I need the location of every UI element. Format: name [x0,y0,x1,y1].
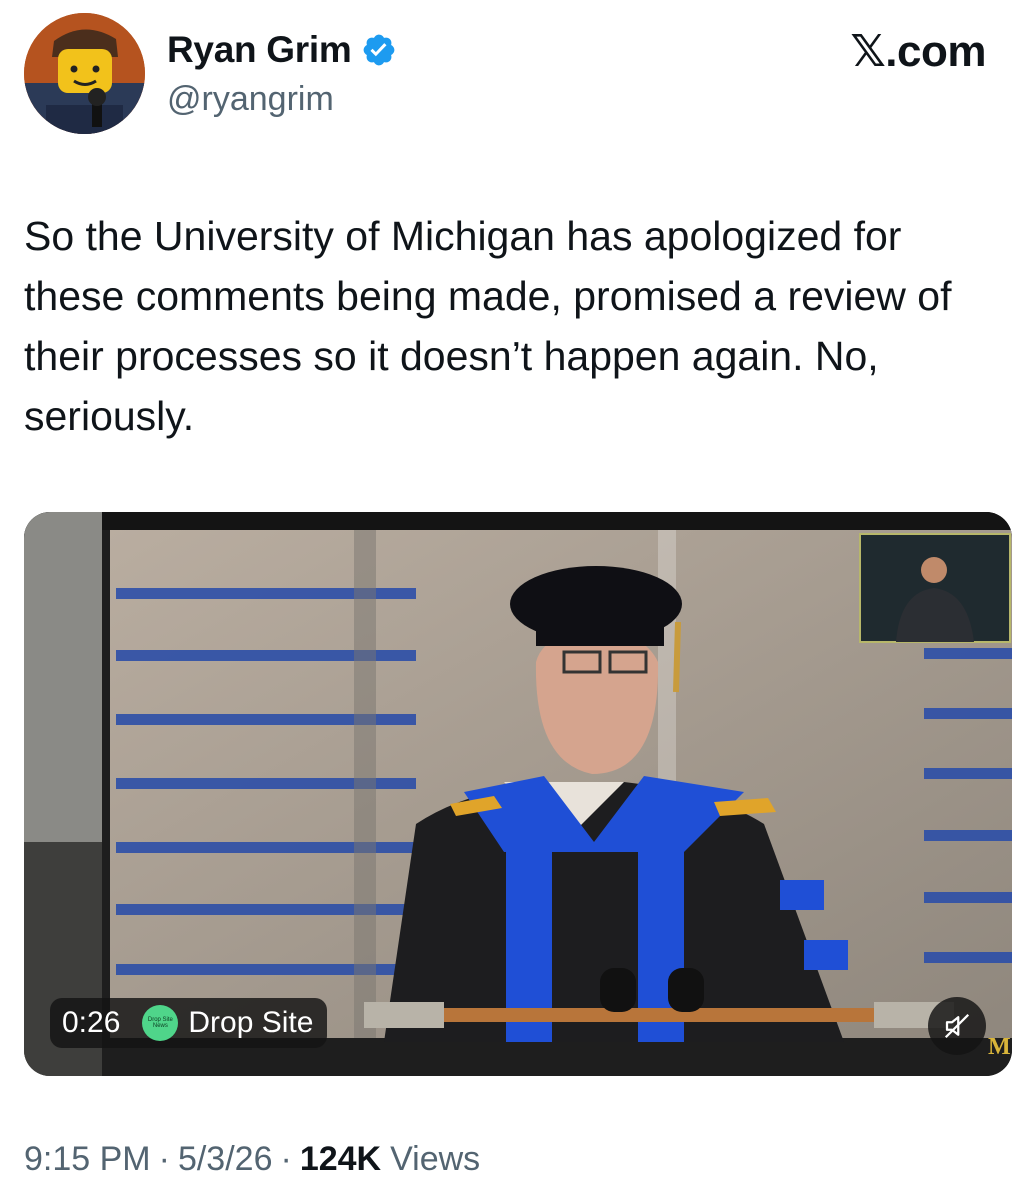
tweet-date[interactable]: 5/3/26 [178,1140,273,1179]
speaker-muted-icon [944,1013,970,1039]
tweet-text: So the University of Michigan has apolog… [24,213,952,439]
channel-logo-text: Drop Site News [147,1017,173,1029]
verified-badge-icon[interactable] [361,32,397,68]
video-frame: M [24,512,1012,1076]
video-elapsed-time: 0:26 [62,1006,121,1039]
corner-mark: M [988,1034,1011,1060]
separator-dot: · [158,1140,170,1178]
author-handle[interactable]: @ryangrim [167,80,334,119]
x-com-brand: 𝕏.com [850,27,986,76]
video-channel-name: Drop Site [188,1006,314,1039]
video-player[interactable]: M 0:26 Drop Site News Drop Site [24,512,1012,1076]
author-display-name[interactable]: Ryan Grim [167,29,352,71]
tweet-metadata: 9:15 PM · 5/3/26 · 124K Views [24,1140,480,1179]
lego-minifigure-avatar [24,13,145,134]
drop-site-logo-icon: Drop Site News [142,1005,179,1041]
separator-dot: · [280,1140,292,1178]
video-info-overlay: 0:26 Drop Site News Drop Site [50,998,328,1048]
views-label: Views [390,1140,481,1178]
tweet-time[interactable]: 9:15 PM [24,1140,151,1179]
avatar[interactable] [24,13,145,134]
author-name-row: Ryan Grim [167,26,397,74]
views-count: 124K [299,1140,382,1178]
mute-toggle-button[interactable] [928,997,986,1055]
